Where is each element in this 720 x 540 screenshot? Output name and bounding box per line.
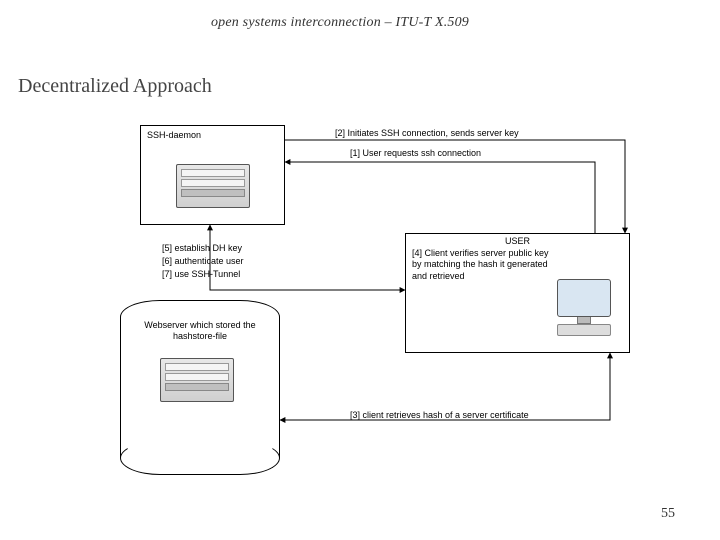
page-number: 55 <box>661 506 675 522</box>
step-2-label: [2] Initiates SSH connection, sends serv… <box>335 128 519 139</box>
server-icon <box>176 164 250 208</box>
webserver-label: Webserver which stored the hashstore-fil… <box>135 320 265 343</box>
user-note: [4] Client verifies server public key by… <box>412 248 557 282</box>
box-ssh-daemon: SSH-daemon <box>140 125 285 225</box>
pc-icon <box>549 279 619 334</box>
step-1-label: [1] User requests ssh connection <box>350 148 481 159</box>
page-title: Decentralized Approach <box>18 75 212 98</box>
box-user: USER [4] Client verifies server public k… <box>405 233 630 353</box>
step-6-label: [6] authenticate user <box>162 256 244 267</box>
webserver-icon <box>160 358 234 402</box>
diagram-canvas: SSH-daemon [2] Initiates SSH connection,… <box>140 120 640 490</box>
step-7-label: [7] use SSH-Tunnel <box>162 269 240 280</box>
page-header: open systems interconnection – ITU-T X.5… <box>0 15 680 31</box>
step-3-label: [3] client retrieves hash of a server ce… <box>350 410 529 421</box>
step-5-label: [5] establish DH key <box>162 243 242 254</box>
ssh-daemon-label: SSH-daemon <box>147 130 201 141</box>
user-label: USER <box>406 236 629 247</box>
